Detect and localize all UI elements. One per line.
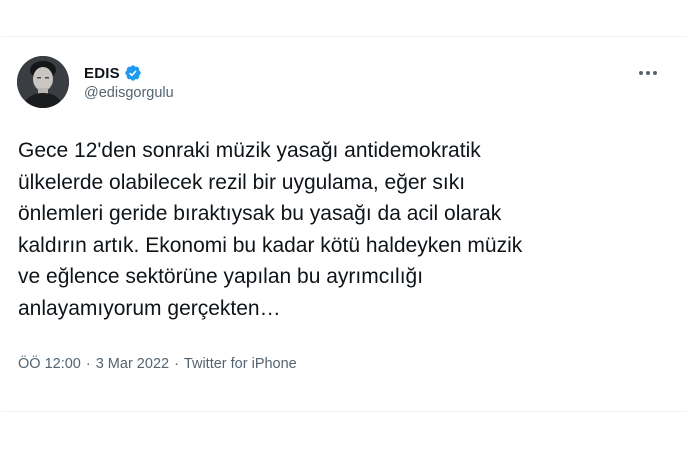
author-name-row: EDIS: [84, 63, 142, 83]
verified-badge-icon: [124, 64, 142, 82]
more-dots-icon: [639, 71, 657, 75]
author-handle[interactable]: @edisgorgulu: [84, 85, 174, 101]
meta-separator: ·: [174, 356, 179, 372]
tweet-source[interactable]: Twitter for iPhone: [184, 356, 297, 372]
avatar-image: [17, 56, 69, 108]
meta-separator: ·: [85, 356, 91, 372]
more-options-button[interactable]: [634, 63, 662, 83]
author-display-name[interactable]: EDIS: [84, 65, 120, 82]
tweet-text: Gece 12'den sonraki müzik yasağı antidem…: [18, 139, 523, 320]
tweet-date[interactable]: 3 Mar 2022: [96, 356, 169, 372]
page: EDIS @edisgorgulu Gece 12'den sonraki mü…: [0, 0, 690, 450]
tweet-time[interactable]: ÖÖ 12:00: [18, 356, 81, 372]
avatar[interactable]: [17, 56, 69, 108]
tweet-meta: ÖÖ 12:00 · 3 Mar 2022 · Twitter for iPho…: [18, 356, 297, 372]
